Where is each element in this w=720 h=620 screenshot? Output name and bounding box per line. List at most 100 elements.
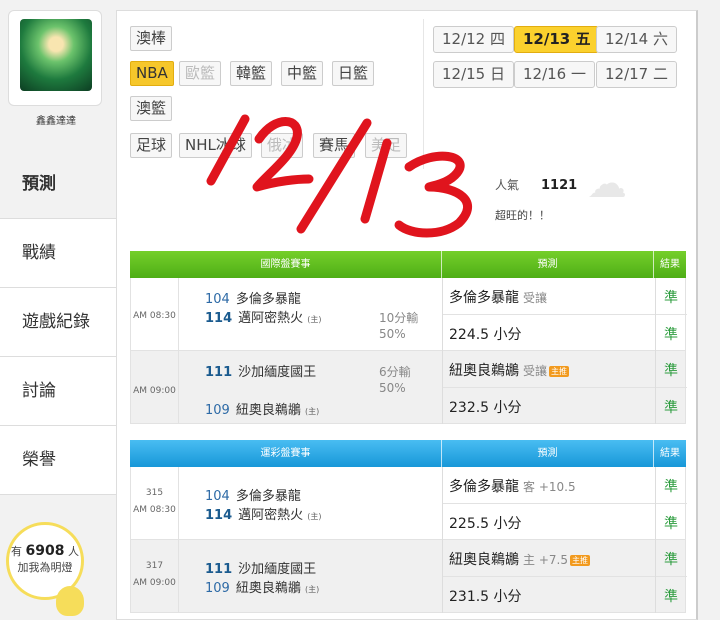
team-number: 111: [205, 365, 233, 380]
divider: [443, 387, 687, 388]
sport-tag-japan-basketball[interactable]: 日籃: [332, 61, 375, 86]
team-name: 邁阿密熱火: [238, 311, 304, 326]
prediction-total: 224.5 小分: [449, 327, 522, 343]
pick-type: 客 +10.5: [523, 480, 576, 494]
col-header-prediction: 預測: [442, 440, 654, 467]
game-time: AM 09:00: [133, 578, 176, 588]
date-md: 12/16: [523, 65, 567, 83]
away-team[interactable]: 104 多倫多暴龍: [205, 288, 301, 307]
result-mark: 準: [664, 589, 678, 605]
sport-tag-aus-baseball[interactable]: 澳棒: [130, 26, 173, 51]
team-number: 109: [205, 403, 230, 418]
pick-type: 主 +7.5: [523, 553, 568, 567]
home-team[interactable]: 109 紐奧良鵜鶘 (主): [205, 399, 319, 418]
menu-item-discussion[interactable]: 討論: [0, 357, 116, 426]
away-team[interactable]: 104 多倫多暴龍: [205, 485, 301, 504]
team-name: 多倫多暴龍: [235, 489, 301, 504]
sidebar: 鑫鑫達達 預測 戰績 遊戲紀錄 討論 榮譽 有 6908 人 加我為明燈: [0, 0, 116, 620]
featured-badge: 主推: [549, 365, 570, 377]
date-md: 12/15: [442, 65, 486, 83]
featured-badge: 主推: [569, 554, 590, 566]
result-mark: 準: [664, 400, 678, 416]
sport-tag-nhl[interactable]: NHL冰球: [179, 133, 252, 158]
game-time: AM 08:30: [133, 311, 176, 321]
game-id: 315: [145, 488, 164, 498]
prediction-total: 231.5 小分: [449, 589, 522, 605]
sport-tag-china-basketball[interactable]: 中籃: [281, 61, 324, 86]
date-weekday: 四: [490, 30, 506, 48]
divider: [423, 19, 424, 169]
pick-team: 紐奧良鵜鶘: [449, 552, 519, 568]
menu-item-predict[interactable]: 預測: [0, 150, 116, 219]
table-row: AM 08:30 104 多倫多暴龍 114 邁阿密熱火 (主) 10分輸 50% …: [130, 278, 687, 351]
popularity-value: 1121: [541, 178, 578, 193]
popularity: 人氣 1121: [495, 176, 577, 193]
date-tab-1216[interactable]: 12/16 一: [514, 61, 596, 88]
home-tag: (主): [307, 512, 322, 521]
divider: [178, 467, 179, 540]
result-mark: 準: [664, 479, 678, 495]
home-team[interactable]: 114 邁阿密熱火 (主): [205, 307, 322, 326]
date-tab-1213[interactable]: 12/13 五: [514, 26, 600, 53]
sport-tag-horse-racing[interactable]: 賽馬: [313, 133, 356, 158]
team-name: 多倫多暴龍: [235, 292, 301, 307]
away-team[interactable]: 111 沙加緬度國王: [205, 361, 316, 380]
pick-team: 紐奧良鵜鶘: [449, 363, 519, 379]
prediction-total: 232.5 小分: [449, 400, 522, 416]
date-tab-1215[interactable]: 12/15 日: [433, 61, 515, 88]
profile-name: 鑫鑫達達: [36, 116, 76, 127]
popularity-label: 人氣: [495, 178, 520, 192]
team-number: 114: [205, 508, 233, 523]
table-row: 317 AM 09:00 111 沙加緬度國王 109 紐奧良鵜鶘 (主) 紐奧良鵜…: [130, 540, 687, 613]
spread: 10分輸: [379, 311, 419, 325]
pick-type: 受讓: [523, 291, 548, 305]
home-team[interactable]: 109 紐奧良鵜鶘 (主): [205, 577, 319, 596]
sport-tag-korea-basketball[interactable]: 韓籃: [230, 61, 273, 86]
home-tag: (主): [304, 407, 320, 416]
game-time: AM 08:30: [133, 505, 176, 515]
table-intl-header: 國際盤賽事 預測 結果: [130, 251, 686, 278]
prediction-side: 紐奧良鵜鶘 受讓 主推: [449, 360, 570, 380]
sport-tag-aus-basketball[interactable]: 澳籃: [130, 96, 173, 121]
team-number: 111: [205, 562, 233, 577]
profile-card[interactable]: [8, 10, 102, 106]
away-team[interactable]: 111 沙加緬度國王: [205, 558, 316, 577]
menu-item-game-log[interactable]: 遊戲紀錄: [0, 288, 116, 357]
divider: [443, 314, 687, 315]
date-md: 12/17: [605, 65, 649, 83]
avatar[interactable]: [20, 19, 92, 91]
popularity-status: 超旺的！！: [495, 209, 550, 222]
sport-tag-russia-hockey[interactable]: 俄冰: [261, 133, 304, 158]
sport-tag-soccer[interactable]: 足球: [130, 133, 173, 158]
col-header-result: 結果: [660, 259, 680, 270]
team-number: 114: [205, 311, 233, 326]
fans-count: 6908: [25, 543, 65, 559]
menu-item-record[interactable]: 戰績: [0, 219, 116, 288]
result-mark: 準: [664, 290, 678, 306]
home-tag: (主): [304, 585, 320, 594]
sport-tag-nba[interactable]: NBA: [130, 61, 174, 86]
prediction-side: 多倫多暴龍 受讓: [449, 287, 547, 307]
date-weekday: 二: [653, 65, 669, 83]
sport-tag-us-football[interactable]: 美足: [365, 133, 408, 158]
prediction-side: 多倫多暴龍客 +10.5: [449, 476, 576, 496]
col-header-prediction: 預測: [442, 251, 654, 278]
team-number: 109: [205, 581, 230, 596]
team-name: 紐奧良鵜鶘: [235, 581, 301, 596]
spread-pct: 50%: [379, 381, 406, 395]
home-team[interactable]: 114 邁阿密熱火 (主): [205, 504, 322, 523]
lightbulb-icon: [56, 586, 84, 616]
table-row: 315 AM 08:30 104 多倫多暴龍 114 邁阿密熱火 (主) 多倫多暴龍…: [130, 467, 687, 540]
date-md: 12/14: [605, 30, 649, 48]
menu-item-honor[interactable]: 榮譽: [0, 426, 116, 495]
divider: [443, 576, 687, 577]
sport-tag-euro-basketball[interactable]: 歐籃: [179, 61, 222, 86]
date-tab-1214[interactable]: 12/14 六: [596, 26, 678, 53]
date-weekday: 一: [571, 65, 587, 83]
spread: 6分輸: [379, 365, 411, 379]
date-tab-1212[interactable]: 12/12 四: [433, 26, 515, 53]
divider: [178, 540, 179, 613]
prediction-side: 紐奧良鵜鶘主 +7.5 主推: [449, 549, 590, 569]
game-time: AM 09:00: [133, 386, 176, 396]
date-tab-1217[interactable]: 12/17 二: [596, 61, 678, 88]
